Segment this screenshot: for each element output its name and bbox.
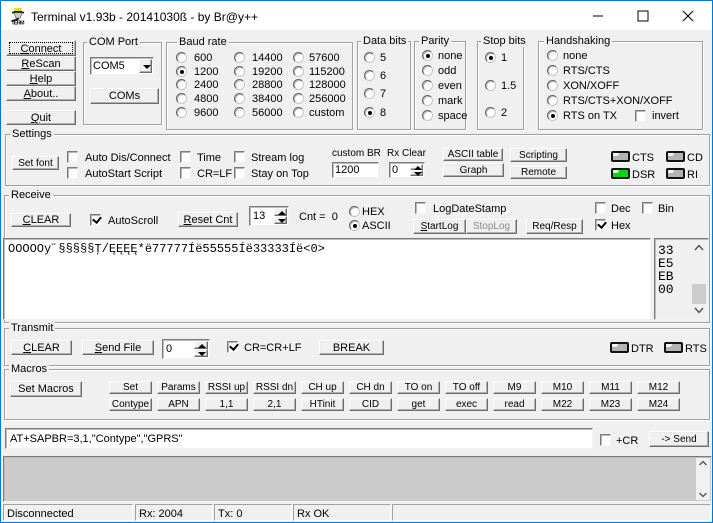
svg-text:TERM: TERM	[11, 21, 25, 25]
